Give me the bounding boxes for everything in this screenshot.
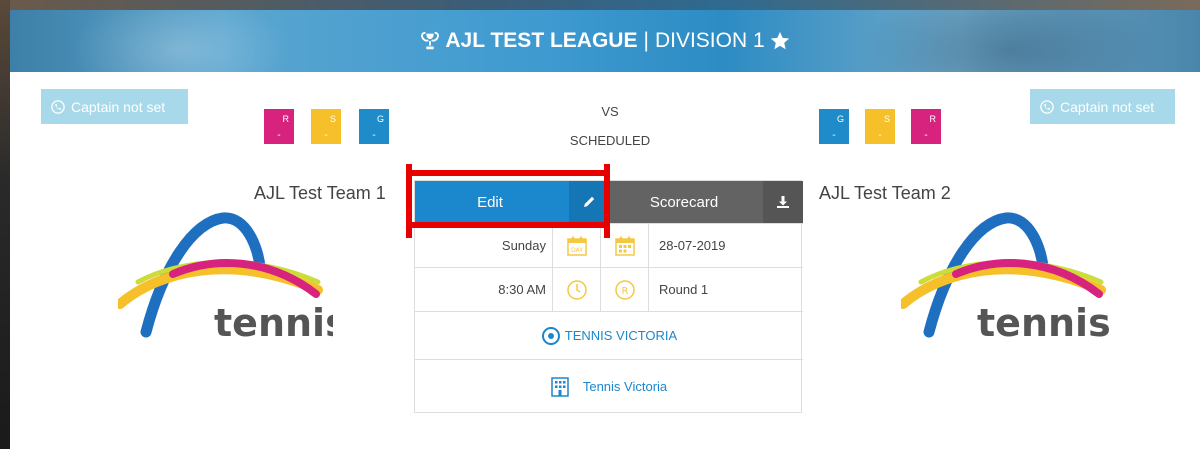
location-pin-icon: [541, 326, 560, 345]
location-link[interactable]: TENNIS VICTORIA: [565, 328, 677, 343]
building-icon: [551, 376, 569, 397]
team1-name: AJL Test Team 1: [254, 183, 386, 203]
title-separator: |: [643, 29, 649, 52]
team2-captain-button[interactable]: Captain not set: [1030, 89, 1175, 124]
highlight-tick: [406, 226, 412, 238]
phone-icon: [51, 99, 65, 114]
venue-link[interactable]: Tennis Victoria: [583, 379, 667, 394]
team1-captain-button[interactable]: Captain not set: [41, 89, 188, 124]
match-time: 8:30 AM: [415, 268, 553, 311]
day-calendar-icon: DAY: [553, 224, 601, 267]
window-left-edge: [0, 0, 10, 449]
match-card: Edit Scorecard Sunday DAY 28-07-2019 8:3…: [414, 180, 803, 413]
captain-label: Captain not set: [1060, 98, 1155, 115]
match-date: 28-07-2019: [659, 238, 726, 253]
team1-stat-s: S -: [311, 109, 341, 144]
team2-tennis-logo: tennis: [901, 212, 1111, 342]
logo-text: tennis: [214, 301, 333, 342]
captain-label: Captain not set: [71, 98, 166, 115]
round-icon: R: [601, 268, 649, 311]
team2-stat-r: R -: [911, 109, 941, 144]
logo-text: tennis: [977, 301, 1111, 342]
league-banner: AJL TEST LEAGUE | DIVISION 1: [10, 10, 1200, 72]
phone-icon: [1040, 99, 1054, 114]
match-status: SCHEDULED: [569, 133, 651, 148]
download-icon: [763, 181, 803, 223]
clock-icon: [553, 268, 601, 311]
page: AJL TEST LEAGUE | DIVISION 1 Captain not…: [0, 0, 1200, 449]
svg-text:DAY: DAY: [571, 247, 583, 254]
star-icon[interactable]: [769, 30, 791, 52]
versus-label: VS: [601, 104, 619, 119]
edit-button[interactable]: Edit: [415, 181, 609, 223]
venue-row: Tennis Victoria: [415, 359, 803, 413]
highlight-tick: [604, 164, 610, 176]
location-row: TENNIS VICTORIA: [415, 311, 803, 359]
team1-stat-g: G -: [359, 109, 389, 144]
match-day: Sunday: [415, 224, 553, 267]
svg-text:R: R: [621, 286, 628, 297]
pencil-icon: [569, 181, 609, 223]
team1-tennis-logo: tennis: [118, 212, 333, 342]
match-actions: Edit Scorecard: [415, 181, 803, 223]
division-name: DIVISION 1: [654, 29, 765, 52]
edit-label: Edit: [477, 194, 503, 211]
team2-stat-g: G -: [819, 109, 849, 144]
match-round: Round 1: [659, 282, 709, 297]
banner-title: AJL TEST LEAGUE | DIVISION 1: [10, 10, 1200, 72]
background-photo-strip: [0, 0, 1200, 10]
highlight-tick: [406, 164, 412, 176]
trophy-icon: [421, 31, 440, 50]
scorecard-button[interactable]: Scorecard: [609, 181, 803, 223]
team2-stat-s: S -: [865, 109, 895, 144]
team1-stat-r: R -: [264, 109, 294, 144]
scorecard-label: Scorecard: [649, 194, 719, 211]
team2-name: AJL Test Team 2: [819, 183, 951, 203]
league-name: AJL TEST LEAGUE: [445, 29, 638, 52]
time-round-row: 8:30 AM R Round 1: [415, 267, 803, 311]
highlight-tick: [604, 226, 610, 238]
